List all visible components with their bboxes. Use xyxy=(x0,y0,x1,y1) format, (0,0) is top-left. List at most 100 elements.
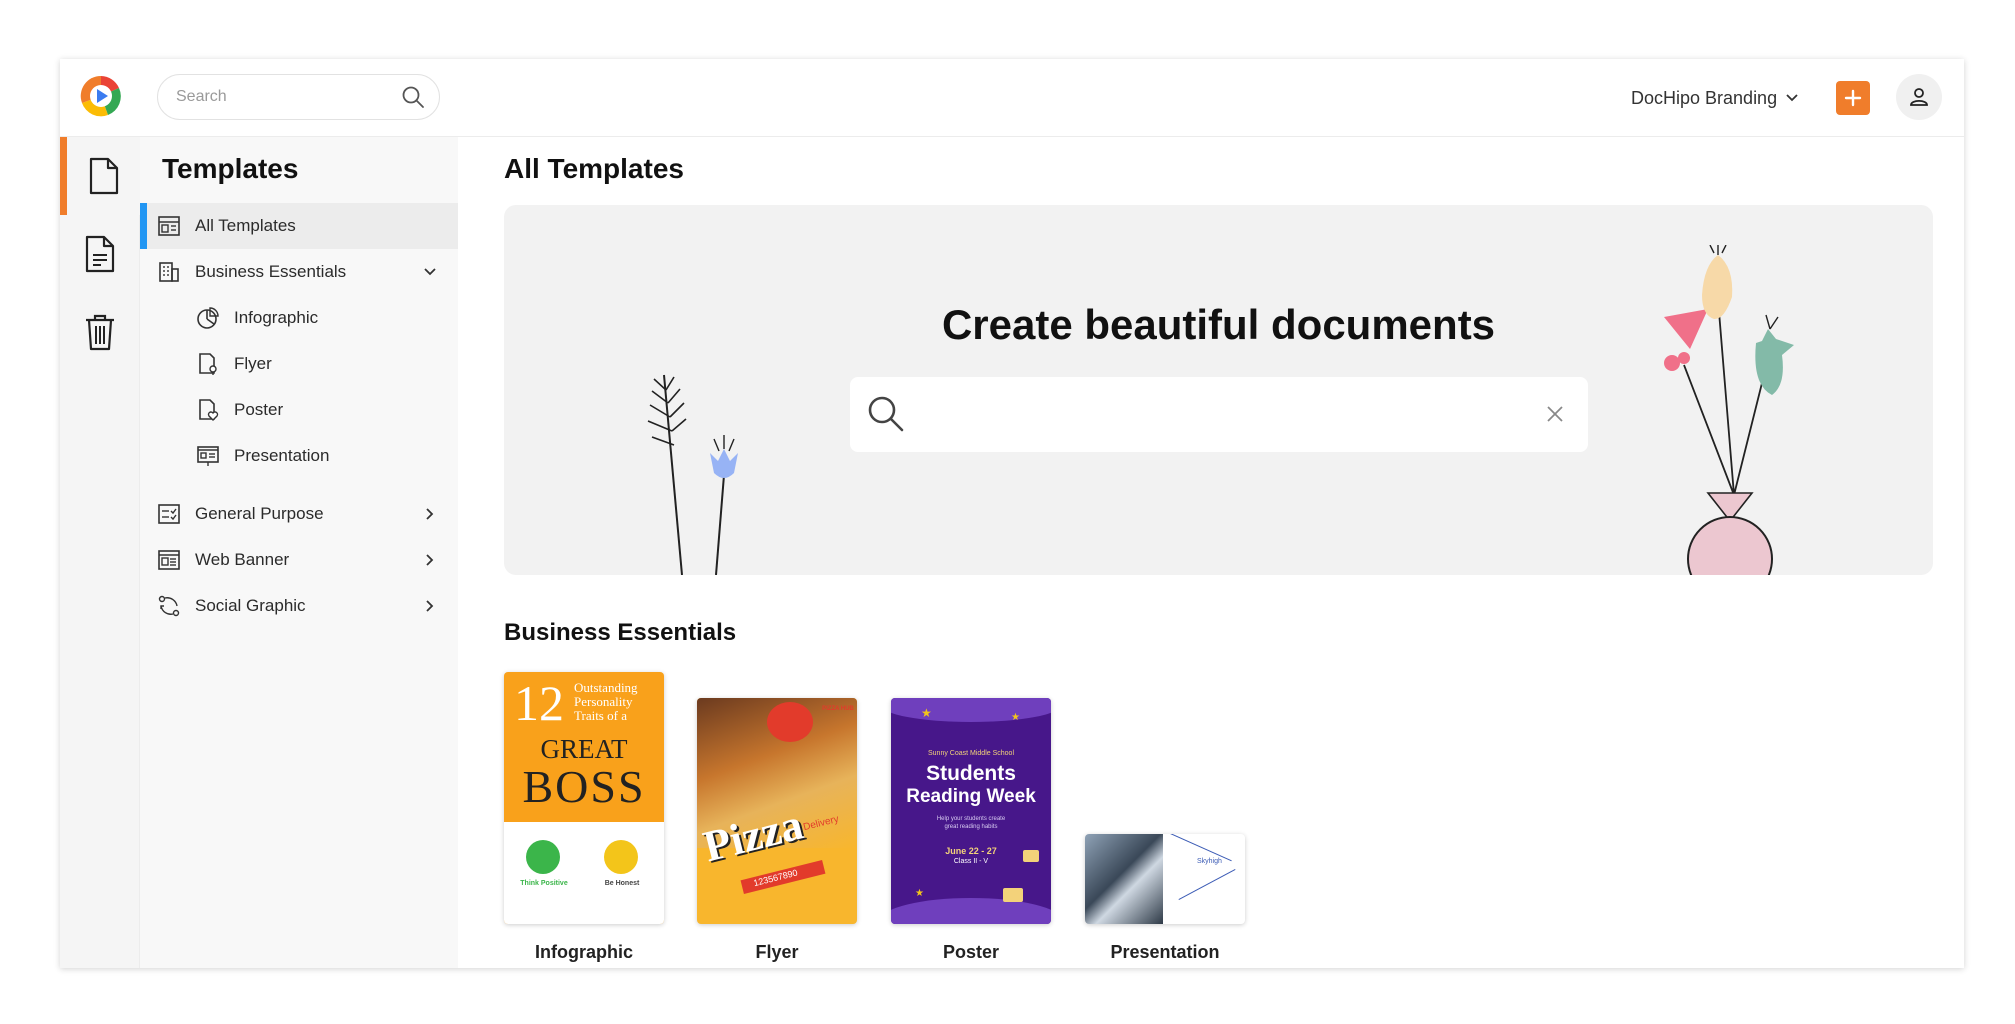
building-photo xyxy=(1085,834,1163,924)
thumb-school: Sunny Coast Middle School xyxy=(928,750,1014,757)
user-icon xyxy=(1910,88,1928,106)
poster-wave-bottom xyxy=(891,898,1051,924)
web-banner-icon xyxy=(158,550,180,570)
page-title: All Templates xyxy=(504,153,684,184)
infographic-thumbnail: 12 Outstanding Personality Traits of a G… xyxy=(504,672,664,924)
sidebar-item-label: Business Essentials xyxy=(195,262,347,281)
sidebar-item-web-banner[interactable]: Web Banner xyxy=(140,537,458,583)
flyer-icon xyxy=(199,353,217,375)
poster-thumbnail: Sunny Coast Middle School Students Readi… xyxy=(891,698,1051,924)
plus-icon xyxy=(1844,89,1862,107)
presentation-thumbnail: Skyhigh xyxy=(1085,834,1245,924)
thumb-line xyxy=(1178,869,1236,900)
left-rail xyxy=(60,137,140,968)
card-label: Poster xyxy=(942,942,1000,962)
presentation-icon xyxy=(197,446,219,466)
flyer-thumbnail: PIZZA HUB Pizza Delivery 123567890 xyxy=(697,698,857,924)
building-icon xyxy=(159,262,179,282)
sidebar-item-label: Flyer xyxy=(234,354,272,373)
sidebar-item-label: All Templates xyxy=(195,216,296,235)
sidebar-item-presentation[interactable]: Presentation xyxy=(140,433,458,479)
sidebar-item-general-purpose[interactable]: General Purpose xyxy=(140,491,458,537)
template-card-poster[interactable]: Sunny Coast Middle School Students Readi… xyxy=(891,672,1051,968)
card-label: Presentation xyxy=(1110,942,1220,962)
dochipo-logo[interactable] xyxy=(78,73,124,119)
sidebar-item-label: General Purpose xyxy=(195,504,324,523)
section-title: Business Essentials xyxy=(504,619,737,646)
book-icon xyxy=(1023,850,1039,862)
thumb-text: great reading habits xyxy=(944,824,998,830)
brand-name: DocHipo Branding xyxy=(1631,87,1778,108)
thumb-phone: 123567890 xyxy=(752,867,799,889)
trash-icon xyxy=(86,314,114,351)
thumb-text: Help your students create xyxy=(936,816,1006,822)
sidebar-item-poster[interactable]: Poster xyxy=(140,387,458,433)
chevron-right-icon xyxy=(426,600,434,612)
brand-dropdown[interactable]: DocHipo Branding xyxy=(1631,83,1799,113)
template-card-flyer[interactable]: PIZZA HUB Pizza Delivery 123567890 Flyer xyxy=(697,672,857,968)
sidebar-item-label: Web Banner xyxy=(195,550,290,569)
rail-templates[interactable] xyxy=(60,137,140,215)
rail-my-documents[interactable] xyxy=(60,215,140,293)
chevron-down-icon xyxy=(1786,94,1798,102)
sidebar-item-all-templates[interactable]: All Templates xyxy=(140,203,458,249)
hero-search-input[interactable] xyxy=(922,387,1512,442)
document-icon xyxy=(89,157,118,195)
rail-trash[interactable] xyxy=(60,293,140,371)
hero-search xyxy=(850,377,1588,452)
template-card-infographic[interactable]: 12 Outstanding Personality Traits of a G… xyxy=(504,672,664,968)
thumb-brand: PIZZA HUB xyxy=(822,706,854,712)
header-search xyxy=(157,74,440,120)
star-icon: ★ xyxy=(921,706,932,720)
templates-sidebar: Templates All Templates Business Essenti… xyxy=(140,137,458,968)
sidebar-item-infographic[interactable]: Infographic xyxy=(140,295,458,341)
layout-icon xyxy=(158,216,180,236)
thumb-badge-yellow xyxy=(604,840,638,874)
thumb-heading: Reading Week xyxy=(906,786,1036,807)
card-label: Infographic xyxy=(535,942,633,962)
sidebar-item-label: Infographic xyxy=(234,308,319,327)
thumb-badge-green xyxy=(526,840,560,874)
tomato-shape xyxy=(767,702,813,742)
top-header: DocHipo Branding xyxy=(60,59,1964,137)
add-button[interactable] xyxy=(1836,81,1870,115)
poster-wave-top xyxy=(891,698,1051,722)
sidebar-item-label: Social Graphic xyxy=(195,596,306,615)
sidebar-item-social-graphic[interactable]: Social Graphic xyxy=(140,583,458,629)
vase-illustration-right xyxy=(1664,245,1794,575)
user-avatar[interactable] xyxy=(1896,74,1942,120)
search-icon xyxy=(868,396,904,432)
thumb-caption: Think Positive xyxy=(520,880,568,887)
plant-illustration-left xyxy=(647,374,738,575)
thumb-heading: BOSS xyxy=(522,761,646,812)
thumb-text: Traits of a xyxy=(574,708,627,723)
search-input[interactable] xyxy=(176,75,396,119)
close-icon[interactable] xyxy=(1544,403,1566,425)
chevron-down-icon xyxy=(424,268,436,276)
social-graphic-icon xyxy=(158,595,180,617)
app-window: DocHipo Branding xyxy=(60,59,1964,968)
checklist-icon xyxy=(158,504,180,524)
card-label: Flyer xyxy=(755,942,799,962)
sidebar-title: Templates xyxy=(162,153,299,184)
star-icon: ★ xyxy=(1011,712,1020,723)
sidebar-item-business-essentials[interactable]: Business Essentials xyxy=(140,249,458,295)
search-icon[interactable] xyxy=(401,85,425,109)
pie-chart-icon xyxy=(197,307,219,329)
document-text-icon xyxy=(85,235,115,273)
star-icon: ★ xyxy=(915,888,924,899)
thumb-brand: Skyhigh xyxy=(1197,858,1222,865)
sidebar-item-label: Poster xyxy=(234,400,284,419)
book-icon xyxy=(1003,888,1023,902)
chevron-right-icon xyxy=(426,554,434,566)
sidebar-item-flyer[interactable]: Flyer xyxy=(140,341,458,387)
hero-banner: Create beautiful documents xyxy=(504,205,1933,575)
main-content: All Templates Create beautiful documents xyxy=(458,137,1964,968)
thumb-number: 12 xyxy=(514,675,564,731)
template-card-presentation[interactable]: Skyhigh Presentation xyxy=(1085,672,1245,968)
thumb-caption: Be Honest xyxy=(604,880,640,887)
sidebar-item-label: Presentation xyxy=(234,446,330,465)
thumb-heading: Students xyxy=(926,762,1016,785)
phone-strip: 123567890 xyxy=(740,860,826,894)
poster-icon xyxy=(199,399,219,421)
